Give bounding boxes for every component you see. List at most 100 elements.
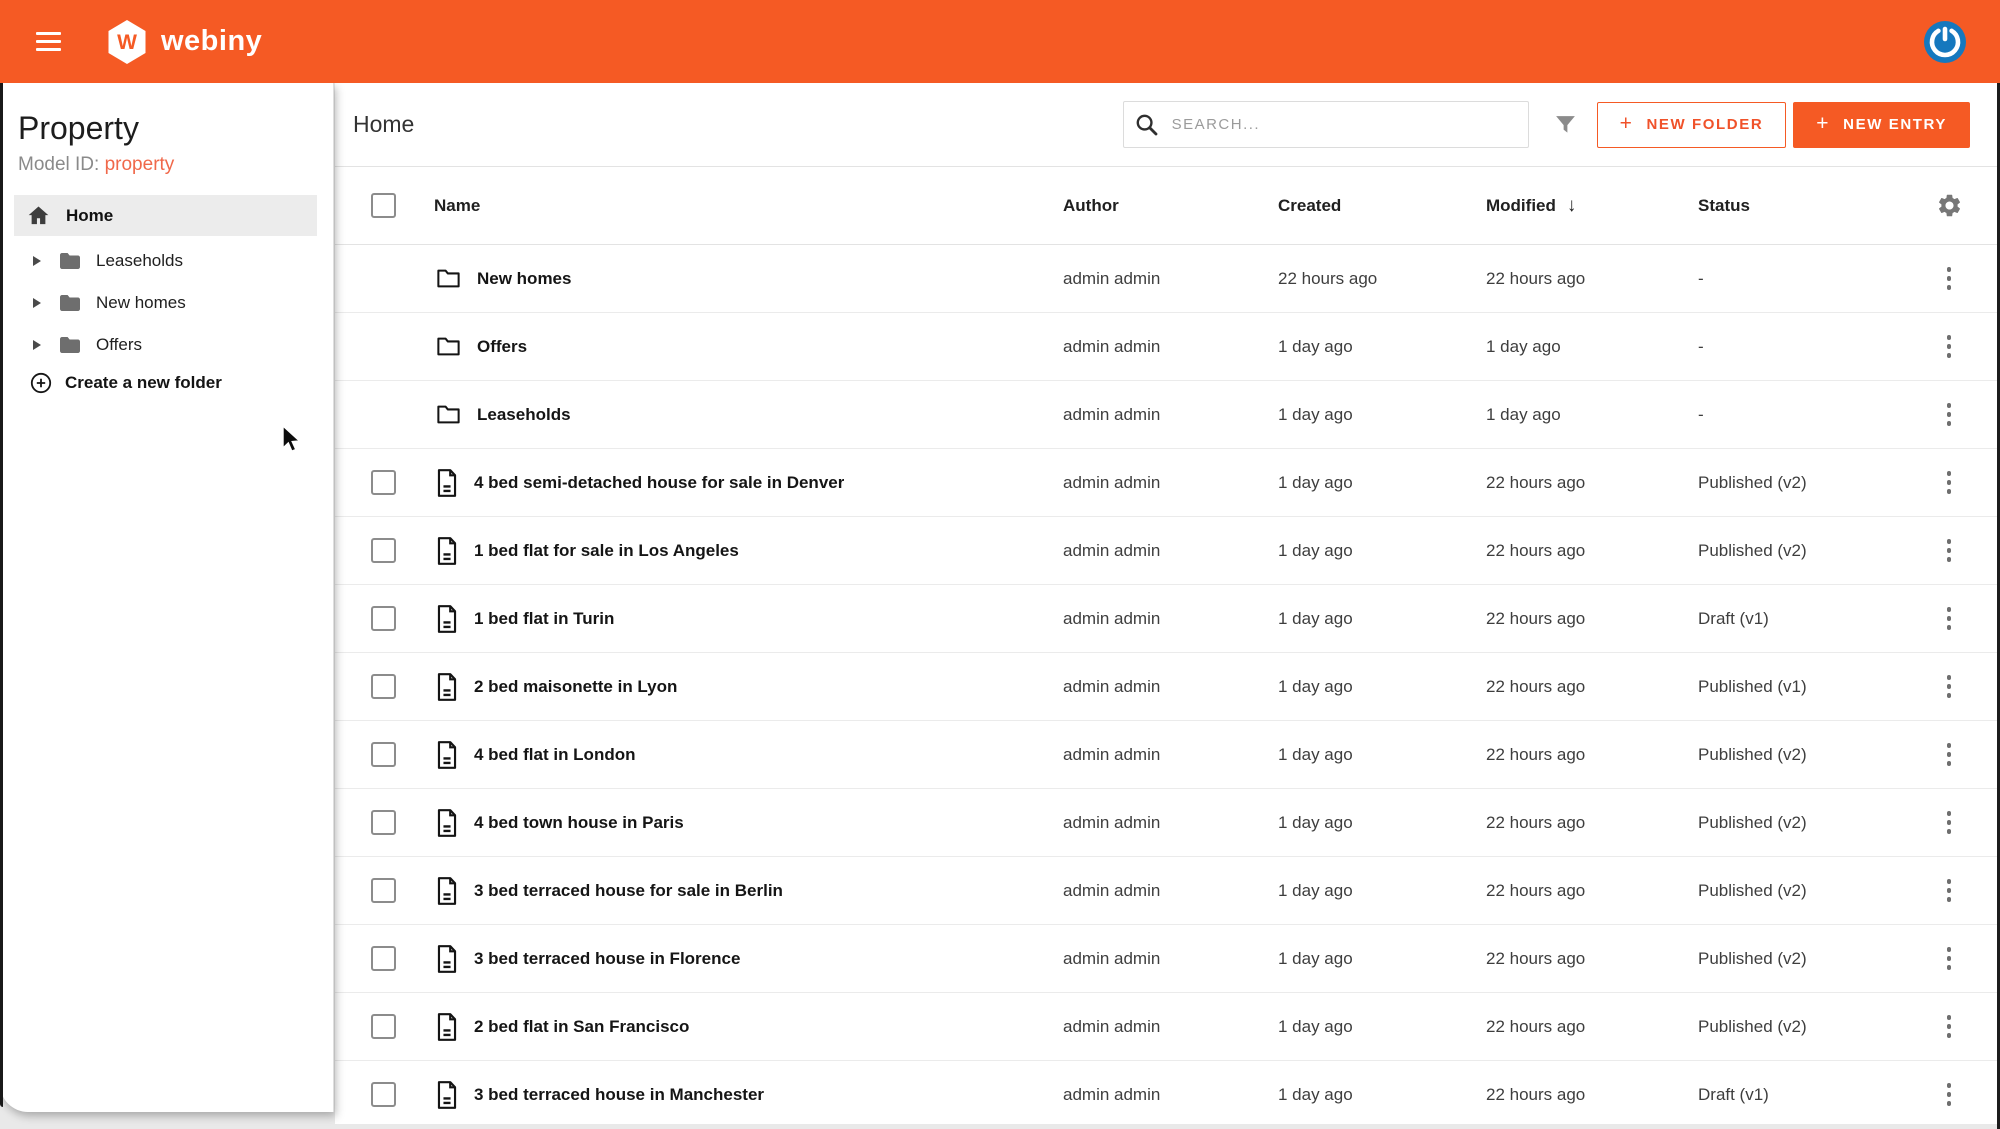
table-row[interactable]: 4 bed town house in Paris admin admin 1 … (335, 789, 2000, 857)
document-icon (437, 944, 457, 973)
row-author: admin admin (1063, 472, 1161, 492)
webiny-hexagon-icon: W (108, 19, 146, 64)
sidebar-folder-leaseholds[interactable]: Leaseholds (0, 240, 333, 282)
table-row[interactable]: 4 bed flat in London admin admin 1 day a… (335, 721, 2000, 789)
menu-icon[interactable] (36, 31, 61, 52)
row-name: 2 bed flat in San Francisco (474, 1016, 690, 1036)
table-settings-gear-icon[interactable] (1936, 192, 1963, 219)
model-id: Model ID: property (0, 154, 333, 176)
folder-icon (437, 337, 460, 356)
table-row[interactable]: 3 bed terraced house in Florence admin a… (335, 925, 2000, 993)
model-title: Property (18, 110, 139, 146)
row-author: admin admin (1063, 812, 1161, 832)
row-checkbox[interactable] (371, 946, 396, 971)
row-modified: 22 hours ago (1486, 812, 1586, 832)
row-modified: 22 hours ago (1486, 268, 1586, 288)
row-author: admin admin (1063, 404, 1161, 424)
row-status: Draft (v1) (1698, 608, 1769, 628)
document-icon (437, 672, 457, 701)
search-input[interactable] (1171, 116, 1516, 133)
table-row[interactable]: 2 bed flat in San Francisco admin admin … (335, 993, 2000, 1061)
table-row[interactable]: 1 bed flat for sale in Los Angeles admin… (335, 517, 2000, 585)
row-checkbox[interactable] (371, 674, 396, 699)
row-checkbox[interactable] (371, 606, 396, 631)
brand-wordmark: webiny (161, 25, 263, 57)
table-row[interactable]: Leaseholds admin admin 1 day ago 1 day a… (335, 381, 2000, 449)
row-name: 3 bed terraced house in Florence (474, 948, 741, 968)
row-checkbox[interactable] (371, 878, 396, 903)
column-header-author[interactable]: Author (1063, 196, 1119, 215)
select-all-checkbox[interactable] (371, 193, 396, 218)
row-name: 3 bed terraced house for sale in Berlin (474, 880, 783, 900)
create-folder-button[interactable]: Create a new folder (0, 371, 333, 395)
row-checkbox[interactable] (371, 1014, 396, 1039)
row-modified: 22 hours ago (1486, 744, 1586, 764)
kebab-menu-icon[interactable] (1944, 466, 1955, 498)
kebab-menu-icon[interactable] (1944, 534, 1955, 566)
kebab-menu-icon[interactable] (1944, 738, 1955, 770)
column-header-modified[interactable]: Modified (1486, 196, 1556, 215)
filter-icon[interactable] (1553, 112, 1578, 137)
kebab-menu-icon[interactable] (1944, 874, 1955, 906)
row-created: 1 day ago (1278, 676, 1353, 696)
row-checkbox[interactable] (371, 538, 396, 563)
new-entry-button[interactable]: + NEW ENTRY (1793, 101, 1970, 148)
new-folder-button[interactable]: + NEW FOLDER (1596, 101, 1787, 148)
new-entry-label: NEW ENTRY (1843, 116, 1947, 133)
kebab-menu-icon[interactable] (1944, 602, 1955, 634)
row-created: 1 day ago (1278, 1016, 1353, 1036)
kebab-menu-icon[interactable] (1944, 1010, 1955, 1042)
table-row[interactable]: 4 bed semi-detached house for sale in De… (335, 449, 2000, 517)
sidebar-home-label: Home (66, 205, 114, 225)
kebab-menu-icon[interactable] (1944, 806, 1955, 838)
kebab-menu-icon[interactable] (1944, 398, 1955, 430)
column-header-name[interactable]: Name (434, 196, 480, 216)
avatar[interactable] (1923, 20, 1967, 64)
table-row[interactable]: New homes admin admin 22 hours ago 22 ho… (335, 245, 2000, 313)
document-icon (437, 740, 457, 769)
table-row[interactable]: 3 bed terraced house in Manchester admin… (335, 1061, 2000, 1124)
row-created: 1 day ago (1278, 472, 1353, 492)
sidebar-item-home[interactable]: Home (14, 195, 317, 236)
document-icon (437, 808, 457, 837)
caret-right-icon[interactable] (33, 256, 41, 266)
kebab-menu-icon[interactable] (1944, 1078, 1955, 1110)
caret-right-icon[interactable] (33, 298, 41, 308)
kebab-menu-icon[interactable] (1944, 942, 1955, 974)
row-author: admin admin (1063, 880, 1161, 900)
row-checkbox[interactable] (371, 470, 396, 495)
column-header-created[interactable]: Created (1278, 196, 1341, 215)
topbar: W webiny (0, 0, 2000, 83)
row-status: Published (v2) (1698, 812, 1807, 832)
plus-icon: + (1816, 111, 1831, 135)
row-checkbox[interactable] (371, 742, 396, 767)
row-checkbox[interactable] (371, 1082, 396, 1107)
column-header-status[interactable]: Status (1698, 196, 1750, 215)
kebab-menu-icon[interactable] (1944, 330, 1955, 362)
table-row[interactable]: 2 bed maisonette in Lyon admin admin 1 d… (335, 653, 2000, 721)
row-author: admin admin (1063, 336, 1161, 356)
row-modified: 22 hours ago (1486, 540, 1586, 560)
document-icon (437, 536, 457, 565)
row-status: Published (v2) (1698, 472, 1807, 492)
kebab-menu-icon[interactable] (1944, 262, 1955, 294)
sidebar-folder-offers[interactable]: Offers (0, 324, 333, 366)
table-row[interactable]: 3 bed terraced house for sale in Berlin … (335, 857, 2000, 925)
table-row[interactable]: Offers admin admin 1 day ago 1 day ago - (335, 313, 2000, 381)
table-row[interactable]: 1 bed flat in Turin admin admin 1 day ag… (335, 585, 2000, 653)
row-name: 4 bed semi-detached house for sale in De… (474, 472, 845, 492)
row-checkbox[interactable] (371, 810, 396, 835)
document-icon (437, 604, 457, 633)
gravatar-icon (1924, 20, 1966, 63)
folder-icon (60, 295, 80, 311)
document-icon (437, 1080, 457, 1109)
toolbar: Home + NEW FOLDER + NEW ENTRY (335, 83, 2000, 167)
row-author: admin admin (1063, 1016, 1161, 1036)
caret-right-icon[interactable] (33, 340, 41, 350)
svg-text:W: W (117, 31, 137, 54)
sidebar-folder-new-homes[interactable]: New homes (0, 282, 333, 324)
row-author: admin admin (1063, 268, 1161, 288)
row-created: 1 day ago (1278, 880, 1353, 900)
kebab-menu-icon[interactable] (1944, 670, 1955, 702)
row-name: 1 bed flat in Turin (474, 608, 615, 628)
